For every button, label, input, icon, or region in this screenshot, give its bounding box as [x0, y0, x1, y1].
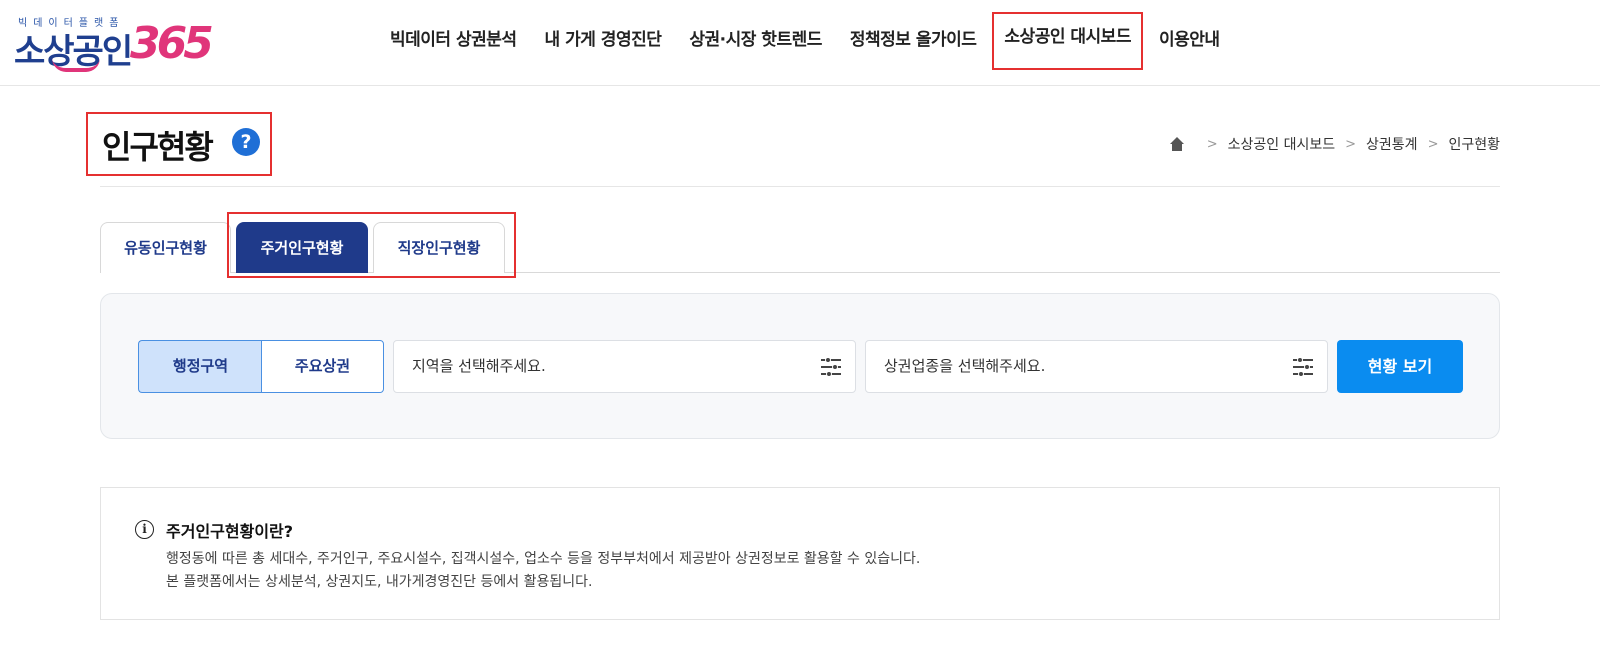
info-box: i 주거인구현황이란? 행정동에 따른 총 세대수, 주거인구, 주요시설수, … [100, 487, 1500, 620]
home-icon[interactable] [1169, 137, 1185, 151]
page-title-highlight: 인구현황 ? [86, 112, 272, 176]
breadcrumb: > 소상공인 대시보드 > 상권통계 > 인구현황 [1169, 134, 1500, 154]
chevron-right-icon: > [1206, 136, 1218, 152]
nav-item-hot-trend[interactable]: 상권·시장 핫트렌드 [689, 26, 822, 56]
logo-smile-mark [52, 58, 100, 72]
filter-sliders-icon[interactable] [821, 357, 841, 377]
info-icon: i [135, 520, 154, 539]
nav-item-store-diagnosis[interactable]: 내 가게 경영진단 [545, 26, 662, 56]
breadcrumb-current: 인구현황 [1448, 137, 1500, 153]
logo-number: 365 [130, 18, 214, 69]
nav-item-usage-guide[interactable]: 이용안내 [1159, 26, 1220, 56]
nav-item-dashboard[interactable]: 소상공인 대시보드 [992, 12, 1143, 70]
filter-sliders-icon[interactable] [1293, 357, 1313, 377]
title-divider [100, 186, 1500, 187]
area-type-admin-button[interactable]: 행정구역 [138, 340, 262, 393]
area-type-commercial-button[interactable]: 주요상권 [261, 340, 384, 393]
search-panel: 행정구역 주요상권 지역을 선택해주세요. 상권업종을 선택해주세요. 현황 보… [100, 293, 1500, 439]
business-type-select[interactable]: 상권업종을 선택해주세요. [865, 340, 1328, 393]
info-description-line: 행정동에 따른 총 세대수, 주거인구, 주요시설수, 집객시설수, 업소수 등… [166, 551, 921, 567]
tab-floating-population[interactable]: 유동인구현황 [100, 222, 231, 273]
site-header: 빅데이터플랫폼 소상공인 365 빅데이터 상권분석 내 가게 경영진단 상권·… [0, 0, 1600, 86]
info-description-line: 본 플랫폼에서는 상세분석, 상권지도, 내가게경영진단 등에서 활용됩니다. [166, 574, 593, 590]
tabs-highlight [227, 212, 516, 278]
page-title: 인구현황 [102, 128, 214, 166]
breadcrumb-dashboard[interactable]: 소상공인 대시보드 [1228, 134, 1336, 154]
help-icon[interactable]: ? [232, 128, 260, 156]
view-status-button[interactable]: 현황 보기 [1337, 340, 1463, 393]
nav-item-bigdata-analysis[interactable]: 빅데이터 상권분석 [390, 26, 517, 56]
site-logo[interactable]: 빅데이터플랫폼 소상공인 365 [14, 14, 214, 72]
region-select[interactable]: 지역을 선택해주세요. [393, 340, 856, 393]
breadcrumb-stats[interactable]: 상권통계 [1366, 134, 1418, 154]
region-placeholder: 지역을 선택해주세요. [412, 357, 546, 375]
main-nav: 빅데이터 상권분석 내 가게 경영진단 상권·시장 핫트렌드 정책정보 올가이드… [390, 12, 1248, 70]
nav-item-policy-guide[interactable]: 정책정보 올가이드 [850, 26, 977, 56]
info-title: 주거인구현황이란? [166, 522, 294, 541]
business-placeholder: 상권업종을 선택해주세요. [884, 357, 1046, 375]
chevron-right-icon: > [1427, 136, 1439, 152]
chevron-right-icon: > [1345, 136, 1357, 152]
